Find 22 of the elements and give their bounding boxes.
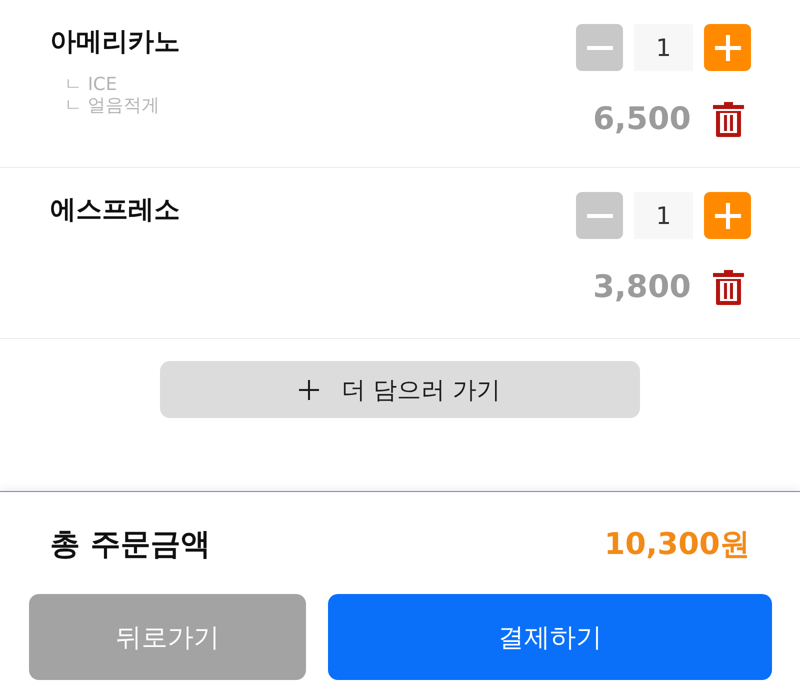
plus-icon	[299, 380, 320, 400]
quantity-value: 1	[634, 192, 693, 239]
back-button[interactable]: 뒤로가기	[29, 594, 306, 680]
item-price: 3,800	[592, 269, 691, 305]
item-option: ㄴ 얼음적게	[50, 95, 160, 116]
pay-button[interactable]: 결제하기	[328, 594, 772, 680]
total-amount: 10,300원	[604, 526, 750, 564]
item-name: 아메리카노	[50, 26, 180, 59]
plus-icon	[714, 202, 740, 228]
plus-icon	[714, 34, 740, 60]
trash-icon[interactable]	[713, 270, 744, 304]
minus-icon	[586, 214, 612, 218]
item-name: 에스프레소	[50, 194, 180, 227]
add-more-button[interactable]: 더 담으러 가기	[160, 361, 640, 418]
increase-button[interactable]	[704, 192, 751, 239]
item-option: ㄴ ICE	[50, 74, 117, 95]
trash-icon[interactable]	[713, 102, 744, 136]
quantity-value: 1	[634, 24, 693, 71]
minus-icon	[586, 46, 612, 50]
total-label: 총 주문금액	[50, 526, 210, 564]
increase-button[interactable]	[704, 24, 751, 71]
item-price: 6,500	[592, 101, 691, 137]
